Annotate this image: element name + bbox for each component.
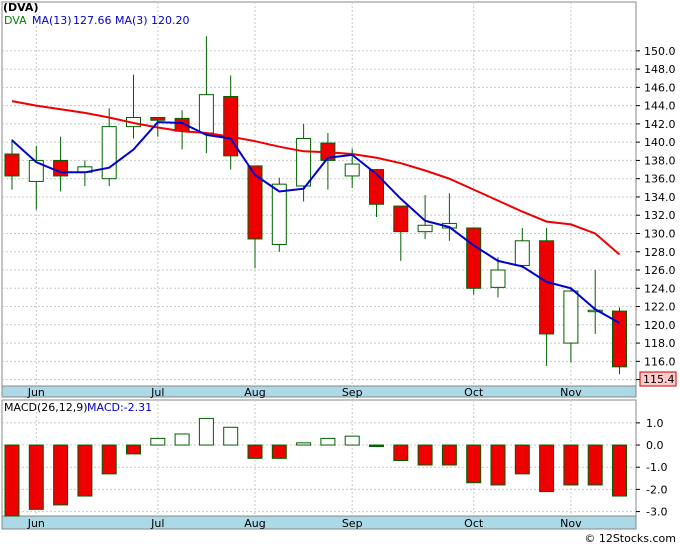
candle-down bbox=[466, 227, 482, 289]
legend-ma13-value: 127.66 bbox=[73, 14, 112, 27]
price-tick-label: 144.0 bbox=[644, 100, 676, 113]
candle-down bbox=[539, 240, 555, 335]
month-label: Jul bbox=[150, 386, 164, 399]
macd-bar-positive bbox=[296, 442, 312, 446]
chart-canvas: JunJulAugSepOctNov 114.0116.0118.0120.01… bbox=[1, 1, 677, 545]
candle-up bbox=[490, 269, 506, 288]
month-label: Nov bbox=[560, 386, 582, 399]
macd-tick-label: -1.0 bbox=[646, 461, 667, 474]
price-tick-label: 128.0 bbox=[644, 246, 676, 259]
price-tick-label: 122.0 bbox=[644, 301, 676, 314]
last-price-label: 115.4 bbox=[643, 373, 675, 386]
macd-tick-label: -2.0 bbox=[646, 483, 667, 496]
candle-up bbox=[101, 126, 117, 180]
macd-bar-negative bbox=[417, 444, 433, 466]
month-label: Sep bbox=[342, 517, 363, 530]
month-label: Aug bbox=[244, 386, 265, 399]
macd-bar-negative bbox=[393, 444, 409, 462]
price-tick-label: 140.0 bbox=[644, 136, 676, 149]
macd-bar-negative bbox=[369, 444, 384, 448]
candle-down bbox=[247, 165, 263, 240]
month-label: Jun bbox=[27, 386, 45, 399]
price-tick-label: 130.0 bbox=[644, 227, 676, 240]
macd-bar-negative bbox=[77, 444, 93, 497]
price-tick-label: 148.0 bbox=[644, 63, 676, 76]
candle-up bbox=[514, 240, 530, 266]
price-tick-label: 146.0 bbox=[644, 81, 676, 94]
macd-bar-negative bbox=[4, 444, 20, 517]
price-tick-label: 138.0 bbox=[644, 154, 676, 167]
macd-xaxis-band bbox=[1, 515, 637, 530]
price-tick-label: 118.0 bbox=[644, 337, 676, 350]
macd-bar-negative bbox=[441, 444, 457, 466]
candle-up bbox=[344, 163, 360, 177]
price-tick-label: 136.0 bbox=[644, 173, 676, 186]
legend-dva: DVA bbox=[4, 14, 27, 27]
macd-tick-label: -3.0 bbox=[646, 506, 667, 519]
candle-up bbox=[563, 290, 579, 344]
legend-ma3-value: 120.20 bbox=[151, 14, 190, 27]
macd-bar-negative bbox=[466, 444, 482, 484]
candle-down bbox=[4, 153, 20, 177]
price-tick-label: 120.0 bbox=[644, 319, 676, 332]
price-tick-label: 132.0 bbox=[644, 209, 676, 222]
price-tick-label: 150.0 bbox=[644, 45, 676, 58]
macd-bar-negative bbox=[490, 444, 506, 486]
month-label: Oct bbox=[464, 517, 484, 530]
macd-bar-negative bbox=[53, 444, 69, 506]
macd-bar-negative bbox=[28, 444, 44, 510]
month-label: Jul bbox=[150, 517, 164, 530]
ticker-title: (DVA) bbox=[3, 1, 38, 14]
price-tick-label: 124.0 bbox=[644, 282, 676, 295]
macd-tick-label: 1.0 bbox=[646, 417, 664, 430]
legend-ma3: MA(3) bbox=[115, 14, 148, 27]
macd-bar-positive bbox=[320, 437, 336, 446]
price-tick-label: 116.0 bbox=[644, 355, 676, 368]
macd-title: MACD(26,12,9) bbox=[4, 401, 88, 414]
macd-bar-positive bbox=[223, 426, 239, 446]
month-label: Nov bbox=[560, 517, 582, 530]
macd-y-labels: 1.0 0.0 -1.0 -2.0 -3.0 bbox=[636, 417, 667, 519]
month-label: Oct bbox=[464, 386, 484, 399]
legend-ma13: MA(13) bbox=[32, 14, 72, 27]
candle-up bbox=[296, 138, 312, 187]
candle-up bbox=[198, 94, 214, 134]
macd-bar-negative bbox=[101, 444, 117, 475]
macd-bar-negative bbox=[247, 444, 263, 459]
macd-bar-positive bbox=[344, 435, 360, 446]
price-tick-label: 126.0 bbox=[644, 264, 676, 277]
macd-bar-positive bbox=[150, 437, 166, 446]
macd-value: MACD:-2.31 bbox=[87, 401, 152, 414]
macd-bar-negative bbox=[539, 444, 555, 493]
macd-bar-negative bbox=[126, 444, 141, 455]
price-tick-label: 134.0 bbox=[644, 191, 676, 204]
macd-bar-positive bbox=[174, 433, 190, 446]
price-y-labels: 114.0116.0118.0120.0122.0124.0126.0128.0… bbox=[636, 45, 676, 387]
macd-bar-negative bbox=[587, 444, 603, 486]
price-tick-label: 142.0 bbox=[644, 118, 676, 131]
month-label: Aug bbox=[244, 517, 265, 530]
macd-tick-label: 0.0 bbox=[646, 439, 664, 452]
candle-down bbox=[393, 205, 409, 233]
candle-down bbox=[53, 159, 69, 177]
macd-bar-positive bbox=[198, 417, 214, 446]
month-label: Sep bbox=[342, 386, 363, 399]
macd-bar-negative bbox=[514, 444, 530, 475]
macd-bar-negative bbox=[563, 444, 579, 486]
candle-up bbox=[271, 183, 287, 245]
month-label: Jun bbox=[27, 517, 45, 530]
watermark: © 12Stocks.com bbox=[584, 532, 676, 545]
macd-bar-negative bbox=[271, 444, 287, 459]
candle-up bbox=[417, 224, 433, 233]
price-xaxis-band bbox=[1, 385, 637, 398]
candle-down bbox=[150, 117, 166, 121]
price-panel-frame bbox=[1, 1, 637, 398]
macd-bar-negative bbox=[612, 444, 627, 497]
